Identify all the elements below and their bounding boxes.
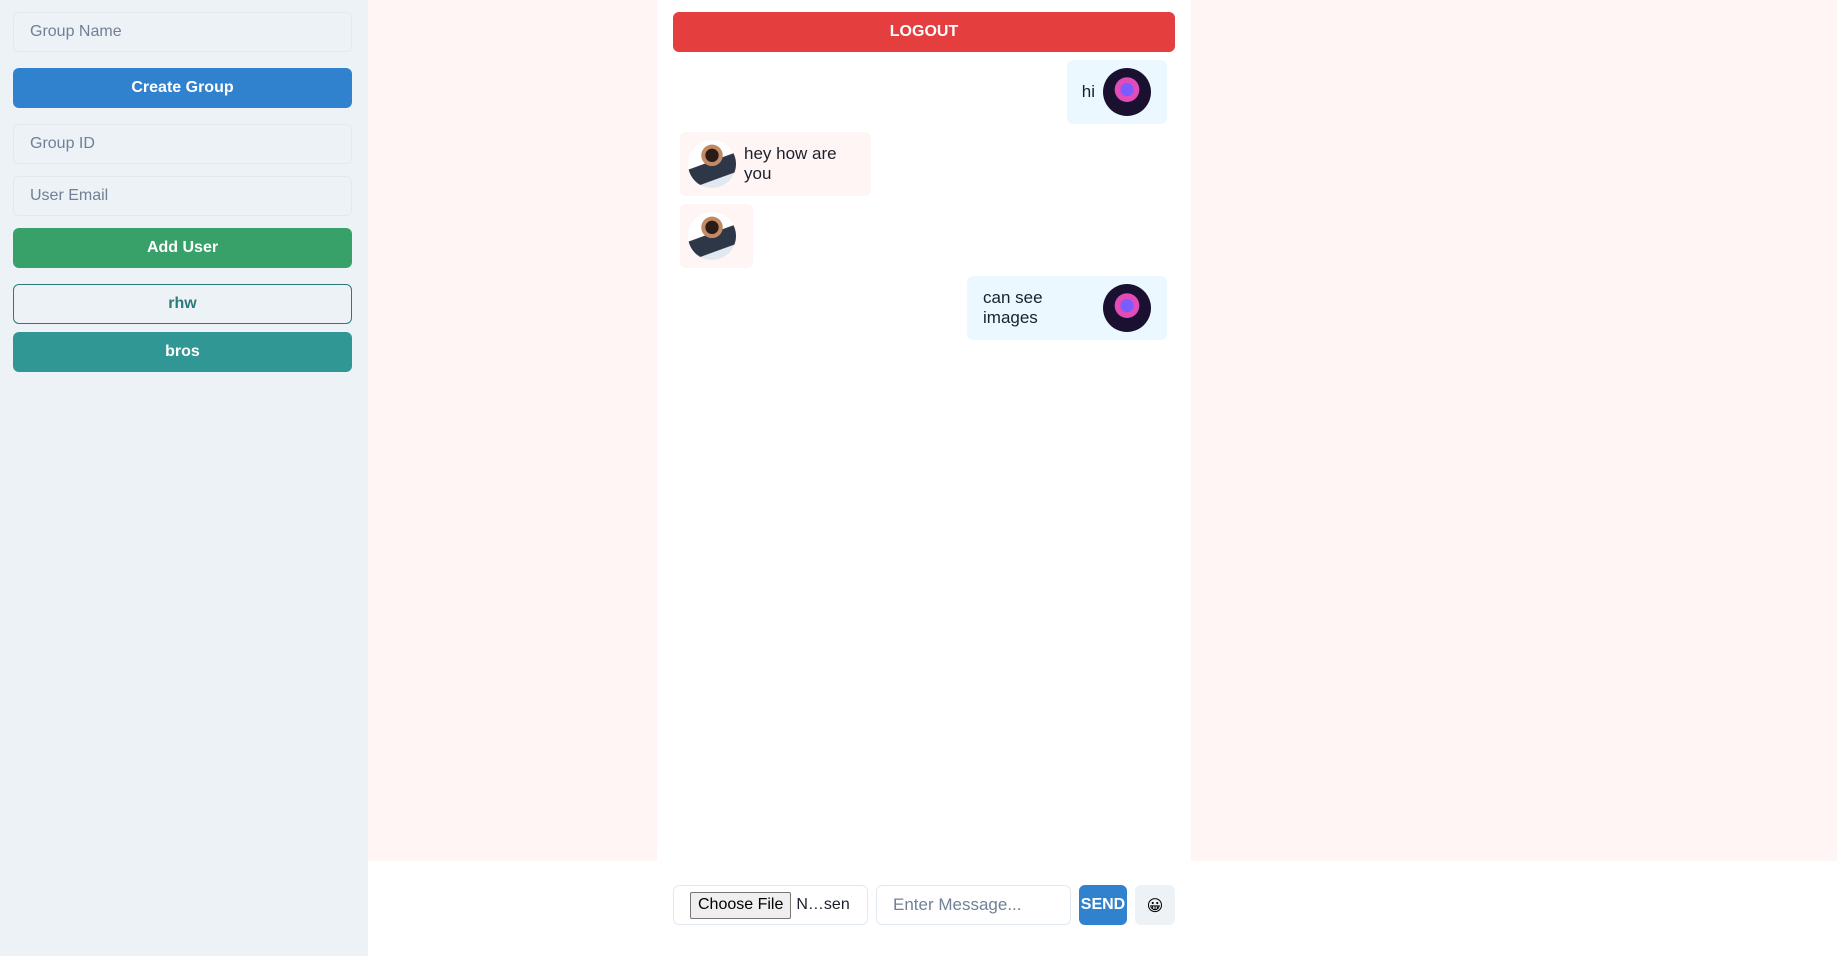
add-user-button[interactable]: Add User [13,228,352,268]
sidebar: Create Group Add User rhw bros [0,0,368,956]
group-name-input[interactable] [13,12,352,52]
deity-avatar [1103,68,1151,116]
user-email-input[interactable] [13,176,352,216]
smiley-icon: 😀 [1146,895,1164,915]
emoji-picker-button[interactable]: 😀 [1135,885,1175,925]
message-bubble-mine: can see images [967,276,1167,340]
message-text: hi [1081,82,1095,101]
choose-file-button[interactable]: Choose File [690,891,792,919]
message-text: can see images [983,288,1043,327]
message-bubble-other: hey how are you [680,132,871,196]
send-button[interactable]: SEND [1079,885,1127,925]
chat-panel [657,0,1191,861]
person-avatar [688,140,736,188]
group-item-bros[interactable]: bros [13,332,352,372]
message-text: hey how are you [744,144,837,183]
file-input[interactable]: Choose File N…sen [673,885,868,925]
chat-app: Create Group Add User rhw bros LOGOUT hi… [0,0,1837,956]
message-bubble-other [680,204,753,268]
deity-avatar [1103,284,1151,332]
message-bubble-mine: hi [1067,60,1167,124]
logout-button[interactable]: LOGOUT [673,12,1175,52]
create-group-button[interactable]: Create Group [13,68,352,108]
group-id-input[interactable] [13,124,352,164]
person-avatar [688,212,736,260]
message-input[interactable] [876,885,1071,925]
group-item-rhw[interactable]: rhw [13,284,352,324]
file-name-label: N…sen [796,896,850,913]
